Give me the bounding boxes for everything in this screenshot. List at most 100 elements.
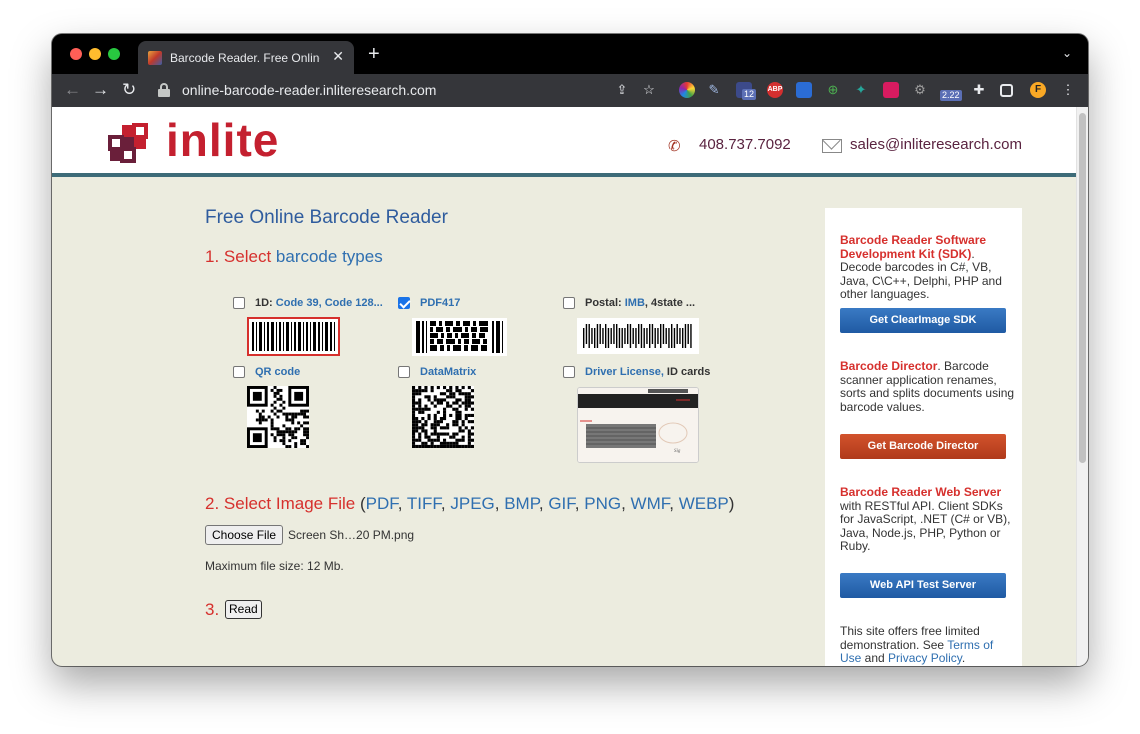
scrollbar-thumb[interactable] xyxy=(1079,113,1086,463)
address-bar[interactable]: online-barcode-reader.inliteresearch.com xyxy=(182,82,436,98)
format-link-pdf[interactable]: PDF xyxy=(366,494,398,513)
version-extension-icon[interactable]: 2.22 xyxy=(940,82,962,101)
bird-extension-icon[interactable]: ✦ xyxy=(853,82,869,98)
step2-close: ) xyxy=(728,494,735,513)
minimize-window-button[interactable] xyxy=(89,48,101,60)
format-link-wmf[interactable]: WMF xyxy=(631,494,670,513)
logo-wordmark[interactable]: inlite xyxy=(166,113,279,167)
video-extension-icon[interactable] xyxy=(883,82,899,98)
maximize-window-button[interactable] xyxy=(108,48,120,60)
director-promo: Barcode Director. Barcode scanner applic… xyxy=(840,359,1015,414)
step1-heading: 1. Select barcode types xyxy=(205,247,383,267)
checkbox-qr[interactable] xyxy=(233,366,245,378)
format-link-webp[interactable]: WEBP xyxy=(679,494,729,513)
tab-search-button[interactable]: ⌄ xyxy=(1062,46,1072,60)
datamatrix-link[interactable]: DataMatrix xyxy=(420,366,476,378)
page-scrollbar[interactable] xyxy=(1076,107,1088,666)
web-server-title-link[interactable]: Barcode Reader Web Server xyxy=(840,485,1001,499)
selected-file-name: Screen Sh…20 PM.png xyxy=(288,528,415,542)
postal-barcode-image[interactable] xyxy=(577,318,699,354)
checkbox-postal[interactable] xyxy=(563,297,575,309)
format-link-jpeg[interactable]: JPEG xyxy=(450,494,494,513)
graduation-extension-icon[interactable]: 12 xyxy=(736,82,757,100)
read-button[interactable]: Read xyxy=(225,600,262,619)
label-qr: QR code xyxy=(255,366,300,378)
label-datamatrix: DataMatrix xyxy=(420,366,476,378)
gear-extension-icon[interactable]: ⚙ xyxy=(912,82,928,98)
get-clearimage-sdk-button[interactable]: Get ClearImage SDK xyxy=(840,308,1006,333)
bookmark-star-icon[interactable]: ☆ xyxy=(641,82,657,98)
sidepanel-icon[interactable] xyxy=(1000,84,1013,97)
download-extension-icon[interactable]: ⊕ xyxy=(825,82,841,98)
driver-license-link[interactable]: Driver License, xyxy=(585,366,664,378)
footer-end: . xyxy=(961,651,966,666)
email-link[interactable]: sales@inliteresearch.com xyxy=(850,136,1022,153)
profile-avatar[interactable]: F xyxy=(1030,82,1046,98)
datamatrix-barcode-image[interactable] xyxy=(412,386,474,448)
format-link-tiff[interactable]: TIFF xyxy=(407,494,441,513)
format-link-gif[interactable]: GIF xyxy=(548,494,574,513)
page-viewport: inlite ✆ 408.737.7092 sales@inliteresear… xyxy=(52,107,1088,666)
svg-text:Sig: Sig xyxy=(674,449,681,454)
format-separator: , xyxy=(669,494,679,513)
sdk-title-link[interactable]: Barcode Reader Software Development Kit … xyxy=(840,233,986,261)
pen-extension-icon[interactable]: ✎ xyxy=(706,82,722,98)
tab-title: Barcode Reader. Free Online W xyxy=(170,51,320,65)
docs-extension-icon[interactable] xyxy=(796,82,812,98)
menu-kebab-icon[interactable]: ⋮ xyxy=(1060,82,1076,98)
step2-heading: 2. Select Image File (PDF, TIFF, JPEG, B… xyxy=(205,494,734,514)
format-link-png[interactable]: PNG xyxy=(584,494,621,513)
code39-link[interactable]: Code 39, Code 128... xyxy=(276,297,383,309)
tab-close-button[interactable]: ✕ xyxy=(332,48,344,65)
qr-link[interactable]: QR code xyxy=(255,366,300,378)
sdk-promo: Barcode Reader Software Development Kit … xyxy=(840,233,1015,302)
page-title: Free Online Barcode Reader xyxy=(205,207,448,228)
label-1d-prefix: 1D: xyxy=(255,297,273,309)
pdf417-link[interactable]: PDF417 xyxy=(420,297,460,309)
step2-open: ( xyxy=(355,494,366,513)
choose-file-button[interactable]: Choose File xyxy=(205,525,284,545)
pdf417-barcode-image[interactable] xyxy=(412,318,507,356)
new-tab-button[interactable]: + xyxy=(368,43,380,66)
back-button[interactable]: ← xyxy=(64,80,81,100)
1d-barcode-image[interactable] xyxy=(247,317,340,356)
format-separator: , xyxy=(397,494,407,513)
imb-link[interactable]: IMB xyxy=(625,297,645,309)
driver-license-image[interactable]: Sig xyxy=(577,387,699,463)
label-driver-suffix: ID cards xyxy=(663,366,711,378)
label-driver-license: Driver License, ID cards xyxy=(585,366,710,378)
lock-icon[interactable] xyxy=(158,83,170,97)
color-picker-extension-icon[interactable] xyxy=(679,82,695,98)
checkbox-1d[interactable] xyxy=(233,297,245,309)
get-barcode-director-button[interactable]: Get Barcode Director xyxy=(840,434,1006,459)
label-pdf417: PDF417 xyxy=(420,297,460,309)
max-file-size: Maximum file size: 12 Mb. xyxy=(205,559,344,573)
phone-number[interactable]: 408.737.7092 xyxy=(699,136,791,153)
browser-toolbar: ← → ↻ online-barcode-reader.inliteresear… xyxy=(52,74,1088,107)
checkbox-pdf417[interactable] xyxy=(398,297,410,309)
phone-icon: ✆ xyxy=(668,138,681,155)
step1-barcode-types-link[interactable]: barcode types xyxy=(276,247,383,266)
step2-label: 2. Select Image File xyxy=(205,494,356,513)
label-postal: Postal: IMB, 4state ... xyxy=(585,297,695,309)
format-separator: , xyxy=(574,494,585,513)
qr-barcode-image[interactable] xyxy=(247,386,309,448)
browser-tab[interactable]: Barcode Reader. Free Online W ✕ xyxy=(138,41,354,74)
format-link-bmp[interactable]: BMP xyxy=(504,494,539,513)
reload-button[interactable]: ↻ xyxy=(122,80,136,100)
checkbox-driver-license[interactable] xyxy=(563,366,575,378)
checkbox-datamatrix[interactable] xyxy=(398,366,410,378)
adblock-extension-icon[interactable]: ABP xyxy=(767,82,783,98)
privacy-policy-link[interactable]: Privacy Policy xyxy=(888,651,962,665)
close-window-button[interactable] xyxy=(70,48,82,60)
footer-and: and xyxy=(861,651,889,666)
web-api-test-server-button[interactable]: Web API Test Server xyxy=(840,573,1006,598)
share-icon[interactable]: ⇪ xyxy=(614,82,630,98)
format-separator: , xyxy=(621,494,631,513)
forward-button[interactable]: → xyxy=(92,80,109,100)
site-footer-note: This site offers free limited demonstrat… xyxy=(840,624,1015,666)
browser-window: Barcode Reader. Free Online W ✕ + ⌄ ← → … xyxy=(52,34,1088,666)
step1-select: Select xyxy=(223,247,272,266)
director-title-link[interactable]: Barcode Director xyxy=(840,359,937,373)
puzzle-icon[interactable]: ✚ xyxy=(971,82,987,98)
